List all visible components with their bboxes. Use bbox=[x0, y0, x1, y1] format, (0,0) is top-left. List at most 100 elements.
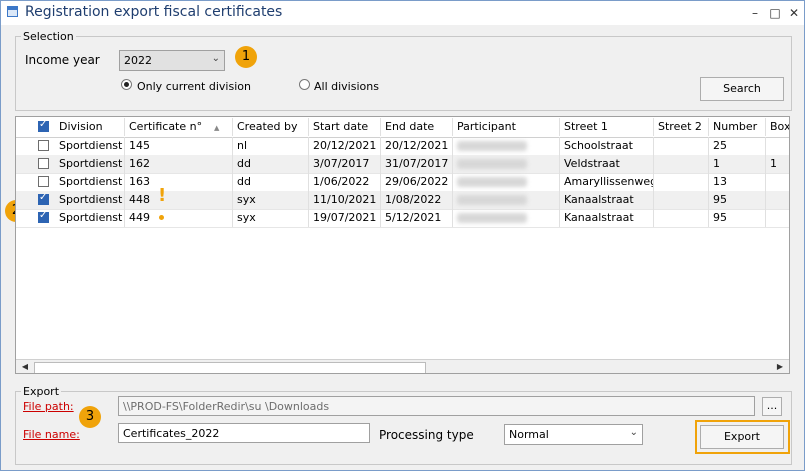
processing-type-label: Processing type bbox=[379, 428, 474, 442]
cell-end-date: 31/07/2017 bbox=[381, 155, 453, 173]
chevron-down-icon: ⌄ bbox=[211, 53, 220, 64]
table-row[interactable]: Sportdienst 163 dd 1/06/2022 29/06/2022 Amary… bbox=[16, 173, 789, 192]
col-header-end-date[interactable]: End date bbox=[381, 118, 453, 136]
cell-certificate: 145 bbox=[125, 137, 233, 155]
cell-box bbox=[766, 209, 789, 227]
cell-certificate: 162 bbox=[125, 155, 233, 173]
col-header-street2[interactable]: Street 2 bbox=[654, 118, 709, 136]
table-row[interactable]: Sportdienst448syx11/10/20211/08/2022 Kana… bbox=[16, 185, 789, 210]
col-header-box[interactable]: Box bbox=[766, 118, 789, 136]
minimize-button[interactable]: – bbox=[747, 5, 763, 21]
table-row[interactable]: Sportdienst449syx19/07/20215/12/2021 Kana… bbox=[16, 209, 789, 228]
row-select-checkbox[interactable] bbox=[38, 140, 49, 151]
chevron-down-icon: ⌄ bbox=[629, 427, 638, 438]
row-select-checkbox[interactable] bbox=[38, 158, 49, 169]
step-badge-3: 3 bbox=[79, 406, 101, 428]
horizontal-scrollbar[interactable]: ◀ ▶ bbox=[16, 359, 789, 373]
cell-street1: Kanaalstraat bbox=[560, 191, 654, 209]
cell-street2 bbox=[654, 173, 709, 191]
cell-start-date: 11/10/2021 bbox=[309, 191, 381, 209]
cell-street2 bbox=[654, 155, 709, 173]
cell-number: 95 bbox=[709, 209, 766, 227]
income-year-select[interactable]: 2022 ⌄ bbox=[119, 50, 225, 71]
maximize-button[interactable]: □ bbox=[767, 5, 783, 21]
row-select-checkbox[interactable] bbox=[38, 176, 49, 187]
cell-created-by: syx bbox=[233, 191, 309, 209]
row-select-checkbox[interactable] bbox=[38, 210, 49, 223]
radio-all-divisions[interactable] bbox=[299, 79, 310, 90]
radio-only-current-division-label[interactable]: Only current division bbox=[137, 80, 251, 93]
col-header-number[interactable]: Number bbox=[709, 118, 766, 136]
search-button[interactable]: Search bbox=[700, 77, 784, 101]
cell-number: 1 bbox=[709, 155, 766, 173]
close-button[interactable]: ✕ bbox=[786, 5, 802, 21]
cell-start-date: 19/07/2021 bbox=[309, 209, 381, 227]
processing-type-value: Normal bbox=[509, 428, 549, 441]
file-name-value: Certificates_2022 bbox=[123, 427, 220, 440]
scrollbar-thumb[interactable] bbox=[34, 362, 426, 373]
export-button[interactable]: Export bbox=[700, 425, 784, 449]
cell-division: Sportdienst bbox=[55, 155, 125, 173]
cell-box bbox=[766, 137, 789, 155]
file-path-field[interactable]: \\PROD-FS\FolderRedir\su \Downloads bbox=[118, 396, 755, 416]
cell-participant bbox=[453, 173, 560, 191]
col-header-participant[interactable]: Participant bbox=[453, 118, 560, 136]
cell-number: 13 bbox=[709, 173, 766, 191]
cell-participant bbox=[453, 191, 560, 209]
title-bar: Registration export fiscal certificates … bbox=[1, 1, 804, 25]
file-path-label[interactable]: File path: bbox=[23, 400, 74, 413]
cell-street2 bbox=[654, 137, 709, 155]
col-header-division[interactable]: Division bbox=[55, 118, 125, 136]
table-row[interactable]: Sportdienst 162 dd 3/07/2017 31/07/2017 Velds… bbox=[16, 155, 789, 174]
scroll-right-icon[interactable]: ▶ bbox=[773, 361, 787, 373]
col-header-start-date[interactable]: Start date bbox=[309, 118, 381, 136]
cell-created-by: nl bbox=[233, 137, 309, 155]
browse-button[interactable]: ... bbox=[762, 397, 782, 416]
select-all-checkbox[interactable] bbox=[38, 119, 49, 132]
export-group-label: Export bbox=[21, 385, 62, 398]
col-header-created-by[interactable]: Created by bbox=[233, 118, 309, 136]
radio-all-divisions-label[interactable]: All divisions bbox=[314, 80, 379, 93]
cell-created-by: dd bbox=[233, 173, 309, 191]
sort-ascending-icon: ▲ bbox=[214, 124, 220, 132]
cell-certificate: 449 bbox=[125, 209, 233, 227]
cell-street2 bbox=[654, 191, 709, 209]
cell-start-date: 3/07/2017 bbox=[309, 155, 381, 173]
radio-only-current-division[interactable] bbox=[121, 79, 132, 90]
redacted-participant bbox=[457, 141, 527, 151]
cell-participant bbox=[453, 209, 560, 227]
cell-start-date: 1/06/2022 bbox=[309, 173, 381, 191]
cell-created-by: syx bbox=[233, 209, 309, 227]
scroll-left-icon[interactable]: ◀ bbox=[18, 361, 32, 373]
cell-box bbox=[766, 173, 789, 191]
cell-certificate: 448 bbox=[125, 191, 233, 209]
cell-number: 25 bbox=[709, 137, 766, 155]
row-select-checkbox[interactable] bbox=[38, 192, 49, 205]
file-name-label[interactable]: File name: bbox=[23, 428, 80, 441]
cell-division: Sportdienst bbox=[55, 137, 125, 155]
cell-certificate: 163 bbox=[125, 173, 233, 191]
cell-end-date: 29/06/2022 bbox=[381, 173, 453, 191]
cell-box: 1 bbox=[770, 157, 777, 170]
redacted-participant bbox=[457, 195, 527, 205]
cell-box bbox=[766, 191, 789, 209]
redacted-participant bbox=[457, 213, 527, 223]
processing-type-select[interactable]: Normal ⌄ bbox=[504, 424, 643, 445]
cell-number: 95 bbox=[709, 191, 766, 209]
warning-dot-icon bbox=[159, 215, 164, 220]
selection-group bbox=[15, 36, 792, 111]
grid-header: Division Certificate n° ▲ Created by Sta… bbox=[16, 117, 789, 138]
cell-division: Sportdienst bbox=[55, 209, 125, 227]
selection-group-label: Selection bbox=[21, 30, 76, 43]
certificates-grid: Division Certificate n° ▲ Created by Sta… bbox=[15, 116, 790, 374]
table-row[interactable]: Sportdienst 145 nl 20/12/2021 20/12/2021 Scho… bbox=[16, 137, 789, 156]
cell-street1: Amaryllissenweg bbox=[560, 173, 654, 191]
cell-street1: Schoolstraat bbox=[560, 137, 654, 155]
cell-end-date: 1/08/2022 bbox=[381, 191, 453, 209]
col-header-street1[interactable]: Street 1 bbox=[560, 118, 654, 136]
cell-street1: Veldstraat bbox=[560, 155, 654, 173]
export-window: Registration export fiscal certificates … bbox=[0, 0, 805, 471]
cell-end-date: 20/12/2021 bbox=[381, 137, 453, 155]
file-name-field[interactable]: Certificates_2022 bbox=[118, 423, 370, 443]
income-year-value: 2022 bbox=[124, 54, 152, 67]
